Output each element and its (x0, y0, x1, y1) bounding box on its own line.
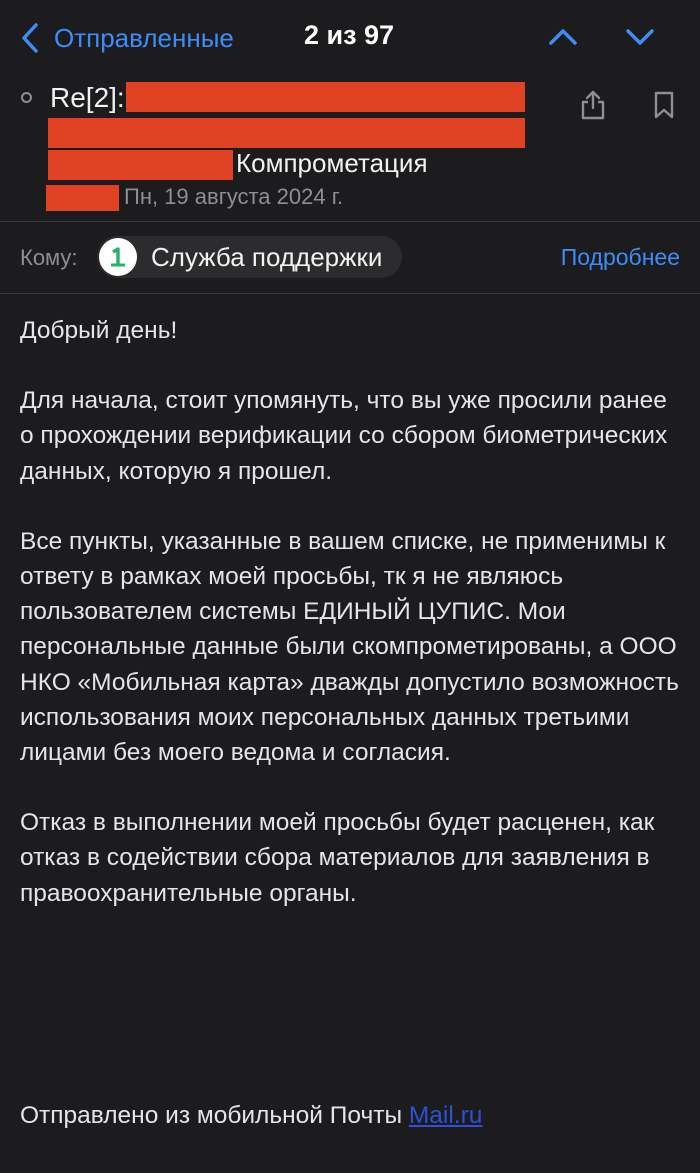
redaction-block (48, 150, 233, 180)
share-button[interactable] (573, 85, 613, 125)
bookmark-button[interactable] (644, 85, 684, 125)
chevron-up-icon (549, 29, 577, 45)
body-paragraph: Все пункты, указанные в вашем списке, не… (20, 527, 679, 767)
support-logo-icon (111, 247, 125, 267)
back-button[interactable]: Отправленные (20, 18, 234, 58)
previous-message-button[interactable] (545, 22, 581, 52)
chevron-down-icon (626, 29, 654, 45)
next-message-button[interactable] (622, 22, 658, 52)
redaction-block (48, 118, 525, 148)
redaction-block (126, 82, 525, 112)
recipient-name: Служба поддержки (151, 241, 383, 272)
bookmark-icon (654, 91, 674, 119)
body-paragraph: Добрый день! (20, 317, 178, 344)
subject-text: Компрометация (236, 148, 428, 178)
body-paragraph: Отказ в выполнении моей просьбы будет ра… (20, 809, 655, 907)
message-date: Пн, 19 августа 2024 г. (124, 184, 344, 209)
mail-ru-link[interactable]: Mail.ru (409, 1102, 483, 1129)
navigation-bar: Отправленные 2 из 97 (0, 0, 700, 74)
message-counter: 2 из 97 (304, 20, 395, 50)
back-label: Отправленные (54, 22, 234, 53)
to-label: Кому: (20, 245, 78, 270)
redaction-block (46, 185, 119, 211)
subject-prefix: Re[2]: (50, 82, 125, 113)
header-divider (0, 221, 700, 222)
message-body: Добрый день! Для начала, стоит упомянуть… (20, 313, 685, 946)
recipients-divider (0, 293, 700, 294)
signature-text: Отправлено из мобильной Почты (20, 1102, 409, 1129)
signature: Отправлено из мобильной Почты Mail.ru (20, 1102, 482, 1130)
avatar (99, 238, 137, 276)
details-link[interactable]: Подробнее (561, 244, 680, 271)
unread-indicator[interactable] (21, 92, 32, 103)
chevron-left-icon (22, 23, 38, 53)
recipient-chip[interactable]: Служба поддержки (97, 236, 403, 278)
body-paragraph: Для начала, стоит упомянуть, что вы уже … (20, 387, 668, 485)
share-icon (581, 90, 605, 120)
